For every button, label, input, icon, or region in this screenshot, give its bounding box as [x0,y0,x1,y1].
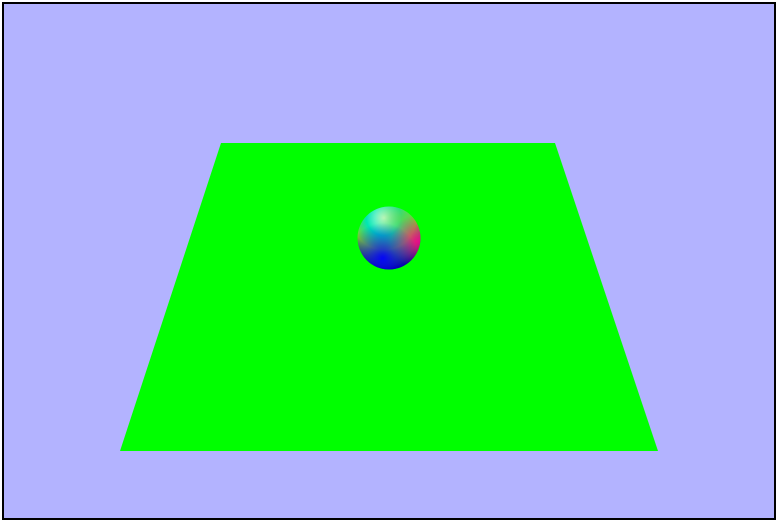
sphere-blue-shade [357,206,421,270]
scene-canvas[interactable] [4,4,774,518]
sphere[interactable] [357,206,421,270]
game-viewport[interactable] [2,2,776,520]
